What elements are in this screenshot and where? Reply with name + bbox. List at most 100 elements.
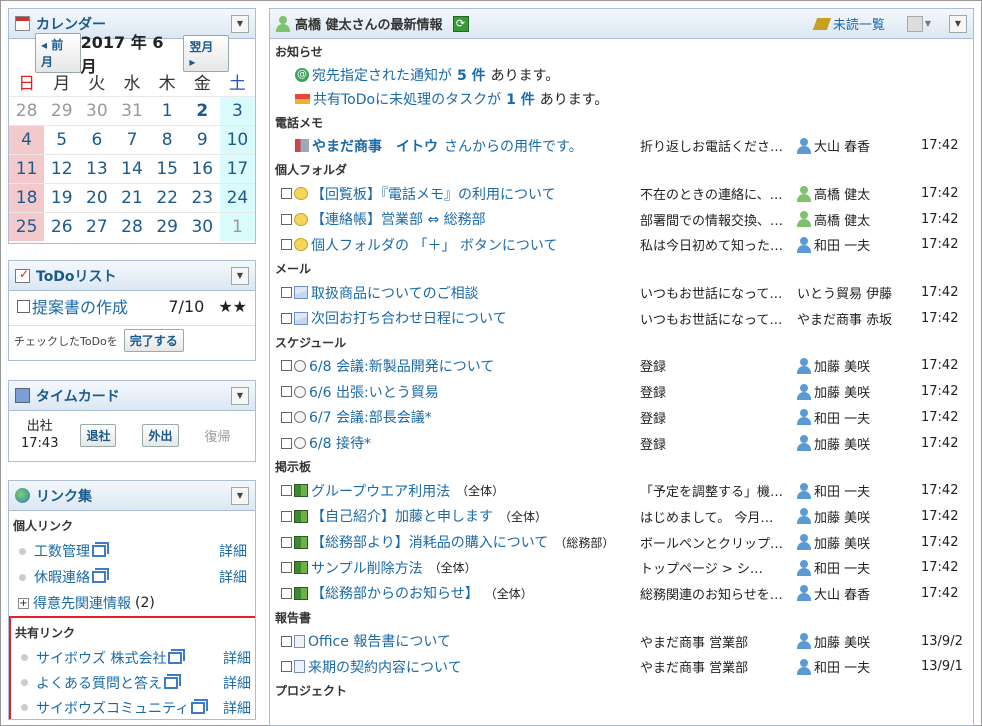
row-checkbox[interactable] bbox=[281, 661, 292, 673]
calendar-day[interactable]: 26 bbox=[44, 211, 80, 241]
calendar-day[interactable]: 29 bbox=[149, 211, 185, 241]
link-kosu[interactable]: 工数管理 bbox=[34, 541, 90, 561]
link-faq[interactable]: よくある質問と答え bbox=[36, 673, 162, 693]
row-checkbox[interactable] bbox=[281, 360, 292, 372]
todo-item-link[interactable]: 提案書の作成 bbox=[32, 294, 128, 318]
calendar-day[interactable]: 2 bbox=[184, 95, 220, 125]
leave-button[interactable]: 退社 bbox=[80, 423, 117, 447]
notice-link-1[interactable]: 宛先指定された通知が bbox=[312, 65, 452, 85]
calendar-day[interactable]: 27 bbox=[79, 211, 115, 241]
row-checkbox[interactable] bbox=[281, 562, 292, 574]
item-link[interactable]: 【総務部からのお知らせ】 bbox=[311, 583, 479, 603]
row-checkbox[interactable] bbox=[281, 386, 292, 398]
item-link[interactable]: 6/8 会議:新製品開発について bbox=[309, 356, 494, 376]
item-link[interactable]: 次回お打ち合わせ日程について bbox=[311, 308, 507, 328]
calendar-day[interactable]: 9 bbox=[184, 124, 220, 154]
item-link[interactable]: 取扱商品についてのご相談 bbox=[311, 283, 479, 303]
link-detail[interactable]: 詳細 bbox=[219, 567, 247, 587]
row-checkbox[interactable] bbox=[281, 536, 292, 548]
link-kyuka[interactable]: 休暇連絡 bbox=[34, 567, 90, 587]
item-link[interactable]: 【総務部より】消耗品の購入について bbox=[311, 532, 548, 552]
user-filter-icon[interactable] bbox=[906, 15, 923, 32]
link-group[interactable]: 得意先関連情報 bbox=[33, 593, 131, 613]
row-checkbox[interactable] bbox=[281, 239, 292, 251]
calendar-day[interactable]: 21 bbox=[114, 182, 150, 212]
calendar-day[interactable]: 16 bbox=[184, 153, 220, 183]
link-detail[interactable]: 詳細 bbox=[223, 698, 251, 718]
row-checkbox[interactable] bbox=[281, 188, 292, 200]
item-link[interactable]: 【回覧板】『電話メモ』の利用について bbox=[311, 184, 556, 204]
row-checkbox[interactable] bbox=[281, 213, 292, 225]
calendar-day[interactable]: 25 bbox=[9, 211, 45, 241]
new-window-icon[interactable] bbox=[164, 676, 178, 689]
item-link[interactable]: 【連絡帳】営業部 ⇔ 総務部 bbox=[311, 209, 486, 229]
row-checkbox[interactable] bbox=[281, 312, 292, 324]
new-window-icon[interactable] bbox=[168, 651, 183, 664]
row-checkbox[interactable] bbox=[281, 437, 292, 449]
calendar-day[interactable]: 10 bbox=[219, 124, 255, 154]
row-checkbox[interactable] bbox=[281, 287, 292, 299]
link-detail[interactable]: 詳細 bbox=[219, 541, 247, 561]
chevron-down-icon[interactable]: ▼ bbox=[925, 19, 931, 28]
item-link[interactable]: Office 報告書について bbox=[308, 631, 451, 651]
calendar-day[interactable]: 7 bbox=[114, 124, 150, 154]
timecard-menu-button[interactable]: ▼ bbox=[231, 386, 249, 405]
row-checkbox[interactable] bbox=[281, 587, 292, 599]
link-detail[interactable]: 詳細 bbox=[223, 673, 251, 693]
out-button[interactable]: 外出 bbox=[142, 423, 179, 447]
item-link[interactable]: 個人フォルダの 「＋」 ボタンについて bbox=[311, 235, 557, 255]
notice-link-2[interactable]: 共有ToDoに未処理のタスクが bbox=[313, 89, 501, 109]
next-month-button[interactable]: 翌月 ▸ bbox=[183, 34, 230, 72]
calendar-day[interactable]: 1 bbox=[149, 95, 185, 125]
calendar-day[interactable]: 15 bbox=[149, 153, 185, 183]
notice-count-1[interactable]: 5 件 bbox=[457, 65, 486, 85]
todo-menu-button[interactable]: ▼ bbox=[231, 266, 249, 285]
calendar-day[interactable]: 5 bbox=[44, 124, 80, 154]
item-link[interactable]: 6/6 出張:いとう貿易 bbox=[309, 382, 439, 402]
row-checkbox[interactable] bbox=[281, 411, 292, 423]
row-checkbox[interactable] bbox=[281, 635, 292, 647]
calendar-day[interactable]: 30 bbox=[79, 95, 115, 125]
calendar-day[interactable]: 17 bbox=[219, 153, 255, 183]
row-checkbox[interactable] bbox=[281, 485, 292, 497]
calendar-day[interactable]: 6 bbox=[79, 124, 115, 154]
calendar-day[interactable]: 28 bbox=[9, 95, 45, 125]
item-link[interactable]: 【自己紹介】加藤と申します bbox=[311, 506, 493, 526]
calendar-day[interactable]: 12 bbox=[44, 153, 80, 183]
links-menu-button[interactable]: ▼ bbox=[231, 486, 249, 505]
new-window-icon[interactable] bbox=[92, 545, 106, 557]
todo-checkbox[interactable] bbox=[17, 299, 30, 313]
calendar-day[interactable]: 4 bbox=[9, 124, 45, 154]
link-detail[interactable]: 詳細 bbox=[223, 648, 251, 668]
calendar-day[interactable]: 31 bbox=[114, 95, 150, 125]
unread-list-link[interactable]: 未読一覧 bbox=[833, 14, 885, 33]
calendar-day[interactable]: 24 bbox=[219, 182, 255, 212]
calendar-day[interactable]: 13 bbox=[79, 153, 115, 183]
calendar-day[interactable]: 30 bbox=[184, 211, 220, 241]
calendar-day[interactable]: 3 bbox=[219, 95, 255, 125]
item-link[interactable]: やまだ商事 イトウ bbox=[312, 136, 438, 156]
latest-info-menu-button[interactable]: ▼ bbox=[949, 14, 967, 33]
calendar-day[interactable]: 22 bbox=[149, 182, 185, 212]
item-link[interactable]: 6/7 会議:部長会議* bbox=[309, 407, 432, 427]
calendar-day[interactable]: 11 bbox=[9, 153, 45, 183]
calendar-day[interactable]: 20 bbox=[79, 182, 115, 212]
item-link[interactable]: 来期の契約内容について bbox=[308, 657, 462, 677]
refresh-icon[interactable]: ⟳ bbox=[452, 15, 469, 32]
link-cybozu[interactable]: サイボウズ 株式会社 bbox=[36, 648, 166, 668]
complete-button[interactable]: 完了する bbox=[123, 329, 184, 352]
calendar-day[interactable]: 23 bbox=[184, 182, 220, 212]
calendar-day[interactable]: 19 bbox=[44, 182, 80, 212]
calendar-day[interactable]: 29 bbox=[44, 95, 80, 125]
calendar-day[interactable]: 28 bbox=[114, 211, 150, 241]
return-button[interactable]: 復帰 bbox=[205, 426, 231, 445]
row-checkbox[interactable] bbox=[281, 510, 292, 522]
calendar-day[interactable]: 14 bbox=[114, 153, 150, 183]
expand-icon[interactable]: + bbox=[18, 597, 29, 609]
item-link[interactable]: グループウエア利用法 bbox=[311, 481, 450, 501]
calendar-day[interactable]: 8 bbox=[149, 124, 185, 154]
link-community[interactable]: サイボウズコミュニティ bbox=[36, 698, 189, 718]
new-window-icon[interactable] bbox=[191, 701, 206, 714]
unread-icon[interactable] bbox=[812, 17, 832, 30]
item-link[interactable]: 6/8 接待* bbox=[309, 433, 371, 453]
